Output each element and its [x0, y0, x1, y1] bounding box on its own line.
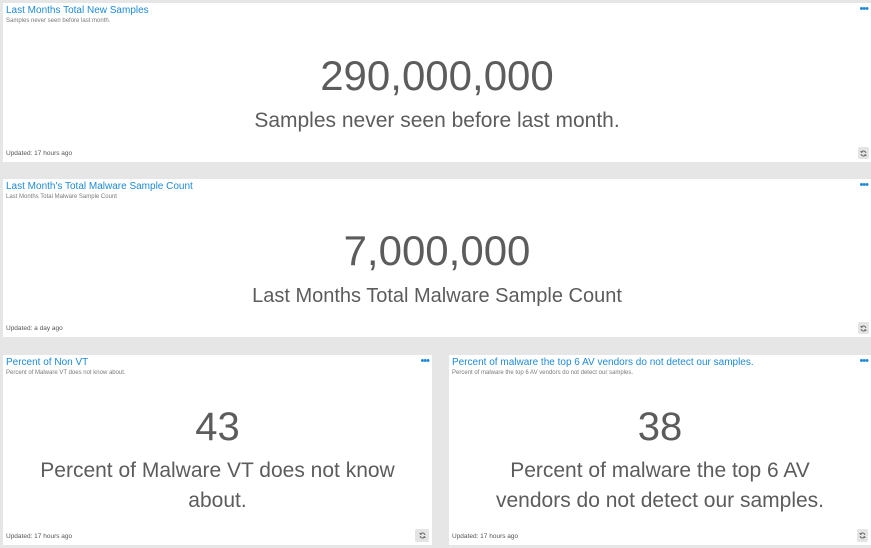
metric-label: Samples never seen before last month.	[254, 109, 620, 132]
panel-percent-undetected-by-top-av-vendors: Percent of malware the top 6 AV vendors …	[449, 355, 871, 545]
refresh-icon	[418, 532, 426, 539]
refresh-icon	[860, 150, 867, 156]
panel-subtitle: Samples never seen before last month.	[6, 18, 111, 24]
metric-value: 290,000,000	[320, 52, 554, 99]
refresh-button[interactable]	[858, 147, 869, 159]
metric-value: 43	[195, 405, 240, 449]
metric-label: Percent of malware the top 6 AV vendors …	[495, 459, 825, 513]
metric-value: 38	[637, 405, 683, 449]
panel-title[interactable]: Last Month's Total Malware Sample Count	[6, 181, 193, 193]
panel-last-months-total-malware-sample-count: Last Month's Total Malware Sample Count …	[3, 179, 871, 337]
more-options-icon[interactable]: •••	[859, 4, 869, 15]
updated-timestamp: Updated: a day ago	[6, 325, 63, 332]
more-options-icon[interactable]: •••	[859, 180, 869, 191]
metric-value: 7,000,000	[343, 227, 531, 274]
refresh-button[interactable]	[858, 322, 869, 334]
panel-title[interactable]: Last Months Total New Samples	[6, 5, 149, 17]
refresh-button[interactable]	[857, 529, 868, 542]
panel-title[interactable]: Percent of Non VT	[6, 357, 88, 369]
metric-label: Last Months Total Malware Sample Count	[252, 285, 622, 307]
refresh-button[interactable]	[415, 529, 429, 542]
panel-subtitle: Percent of Malware VT does not know abou…	[6, 370, 126, 376]
updated-timestamp: Updated: 17 hours ago	[6, 533, 73, 540]
refresh-icon	[859, 532, 866, 539]
more-options-icon[interactable]: •••	[420, 356, 430, 367]
metric-label: Percent of Malware VT does not know abou…	[40, 459, 395, 513]
updated-timestamp: Updated: 17 hours ago	[452, 533, 519, 540]
refresh-icon	[860, 325, 867, 331]
updated-timestamp: Updated: 17 hours ago	[6, 150, 73, 157]
panel-subtitle: Last Months Total Malware Sample Count	[6, 194, 117, 200]
more-options-icon[interactable]: •••	[859, 356, 869, 367]
panel-title[interactable]: Percent of malware the top 6 AV vendors …	[452, 357, 754, 369]
panel-percent-of-non-vt: Percent of Non VT Percent of Malware VT …	[3, 355, 432, 545]
panel-last-months-total-new-samples: Last Months Total New Samples Samples ne…	[3, 3, 871, 162]
panel-subtitle: Percent of malware the top 6 AV vendors …	[452, 370, 633, 376]
